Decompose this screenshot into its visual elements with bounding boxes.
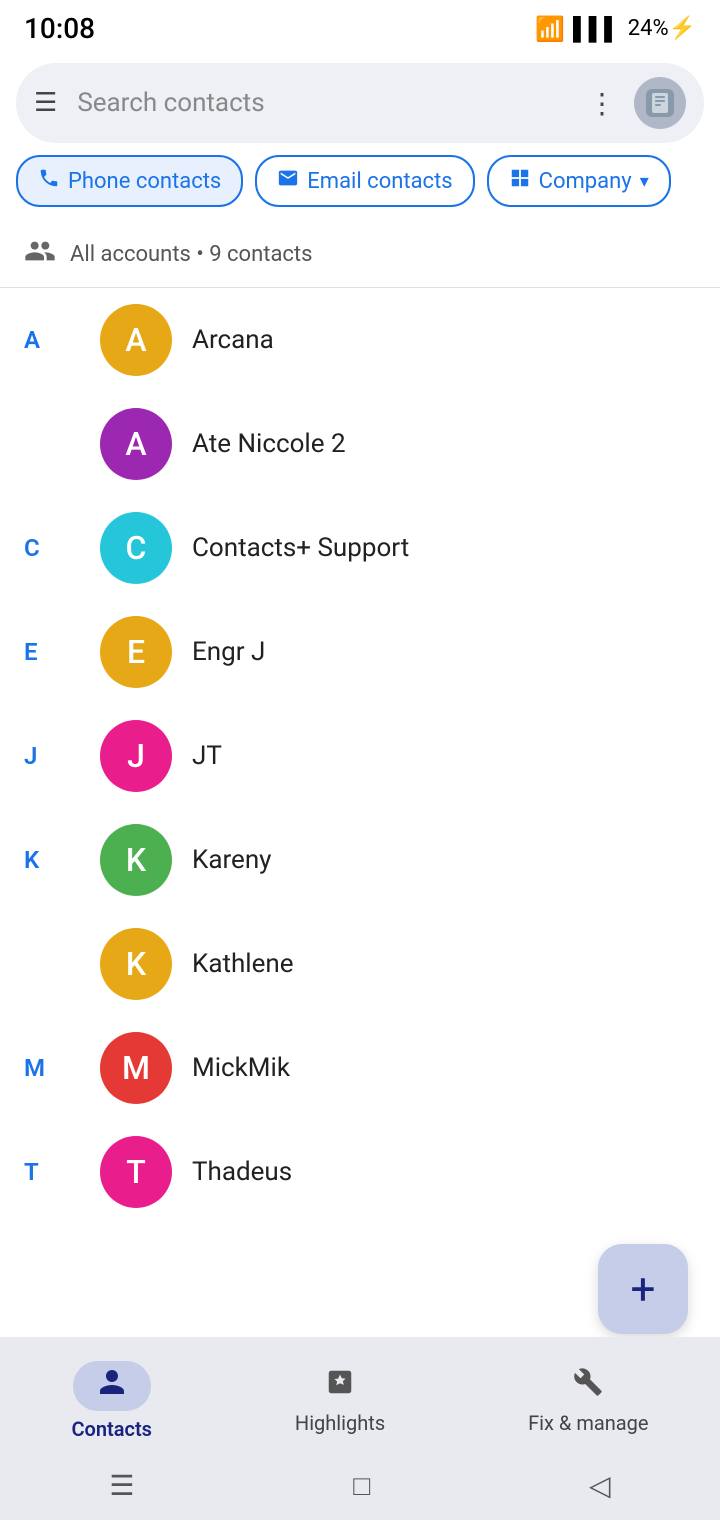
highlights-nav-label: Highlights — [295, 1411, 385, 1435]
status-time: 10:08 — [24, 12, 95, 45]
avatar-kareny: K — [100, 824, 172, 896]
email-chip-icon — [277, 167, 299, 195]
contacts-nav-icon — [97, 1367, 127, 1405]
avatar-arcana: A — [100, 304, 172, 376]
nav-tabs: Contacts Highlights Fix & manage — [0, 1337, 720, 1457]
nav-tab-fix-manage[interactable]: Fix & manage — [488, 1359, 688, 1443]
contact-name-ate-niccole: Ate Niccole 2 — [192, 429, 346, 459]
table-row[interactable]: J J JT — [0, 704, 720, 808]
contact-name-kareny: Kareny — [192, 845, 271, 875]
nav-tab-contacts[interactable]: Contacts — [31, 1353, 191, 1449]
search-bar[interactable]: ☰ Search contacts ⋮ — [16, 63, 704, 143]
group-letter-a: A — [24, 326, 80, 354]
avatar-ate-niccole: A — [100, 408, 172, 480]
account-text: All accounts • 9 contacts — [70, 242, 312, 267]
table-row[interactable]: A Ate Niccole 2 — [0, 392, 720, 496]
hamburger-icon[interactable]: ☰ — [34, 88, 57, 118]
system-menu-btn[interactable]: ☰ — [109, 1469, 134, 1502]
chip-company[interactable]: Company ▾ — [487, 155, 671, 207]
search-placeholder: Search contacts — [77, 88, 264, 118]
avatar-contacts-support: C — [100, 512, 172, 584]
chip-email-label: Email contacts — [307, 169, 452, 194]
filter-chips: Phone contacts Email contacts Company ▾ — [0, 155, 720, 221]
battery-text: 24%⚡ — [628, 16, 696, 41]
signal-icon: ▌▌▌ — [573, 16, 620, 42]
chip-phone[interactable]: Phone contacts — [16, 155, 243, 207]
company-chip-icon — [509, 167, 531, 195]
status-icons: 📶 ▌▌▌ 24%⚡ — [535, 15, 696, 43]
table-row[interactable]: T T Thadeus — [0, 1120, 720, 1224]
add-contact-fab[interactable]: + — [598, 1244, 688, 1334]
system-back-btn[interactable]: ◁ — [589, 1469, 611, 1502]
avatar-engr-j: E — [100, 616, 172, 688]
search-bar-right: ⋮ — [588, 77, 686, 129]
group-letter-m: M — [24, 1054, 80, 1082]
wifi-icon: 📶 — [535, 15, 565, 43]
bottom-nav: Contacts Highlights Fix & manage ☰ □ ◁ — [0, 1337, 720, 1520]
accounts-icon — [24, 235, 56, 273]
fab-container: + — [0, 1224, 720, 1354]
contact-name-kathlene: Kathlene — [192, 949, 294, 979]
group-letter-k: K — [24, 846, 80, 874]
nav-tab-highlights[interactable]: Highlights — [255, 1359, 425, 1443]
avatar-thadeus: T — [100, 1136, 172, 1208]
contact-name-mickmik: MickMik — [192, 1053, 290, 1083]
table-row[interactable]: A A Arcana — [0, 288, 720, 392]
group-letter-j: J — [24, 742, 80, 770]
highlights-nav-icon — [325, 1367, 355, 1405]
system-nav-bar: ☰ □ ◁ — [0, 1457, 720, 1520]
contact-name-jt: JT — [192, 741, 222, 771]
table-row[interactable]: E E Engr J — [0, 600, 720, 704]
contact-name-contacts-support: Contacts+ Support — [192, 533, 409, 563]
fix-manage-nav-icon — [573, 1367, 603, 1405]
system-home-btn[interactable]: □ — [353, 1469, 370, 1502]
contact-name-arcana: Arcana — [192, 325, 274, 355]
chip-phone-label: Phone contacts — [68, 169, 221, 194]
phone-chip-icon — [38, 167, 60, 195]
contact-name-thadeus: Thadeus — [192, 1157, 292, 1187]
fix-manage-nav-label: Fix & manage — [528, 1411, 648, 1435]
avatar-mickmik: M — [100, 1032, 172, 1104]
table-row[interactable]: M M MickMik — [0, 1016, 720, 1120]
chip-email[interactable]: Email contacts — [255, 155, 474, 207]
account-row: All accounts • 9 contacts — [0, 221, 720, 287]
status-bar: 10:08 📶 ▌▌▌ 24%⚡ — [0, 0, 720, 53]
group-letter-e: E — [24, 638, 80, 666]
contacts-nav-label: Contacts — [71, 1417, 151, 1441]
chip-company-label: Company — [539, 169, 632, 194]
avatar-kathlene: K — [100, 928, 172, 1000]
contact-name-engr-j: Engr J — [192, 637, 265, 667]
search-bar-left: ☰ Search contacts — [34, 88, 572, 118]
group-letter-t: T — [24, 1158, 80, 1186]
table-row[interactable]: K K Kareny — [0, 808, 720, 912]
table-row[interactable]: C C Contacts+ Support — [0, 496, 720, 600]
nav-tab-bg-contacts — [73, 1361, 151, 1411]
avatar-jt: J — [100, 720, 172, 792]
group-letter-c: C — [24, 534, 80, 562]
avatar[interactable] — [634, 77, 686, 129]
contact-list: A A Arcana A Ate Niccole 2 C C Contacts+… — [0, 288, 720, 1224]
chevron-down-icon: ▾ — [640, 171, 649, 192]
table-row[interactable]: K Kathlene — [0, 912, 720, 1016]
more-icon[interactable]: ⋮ — [588, 87, 616, 120]
